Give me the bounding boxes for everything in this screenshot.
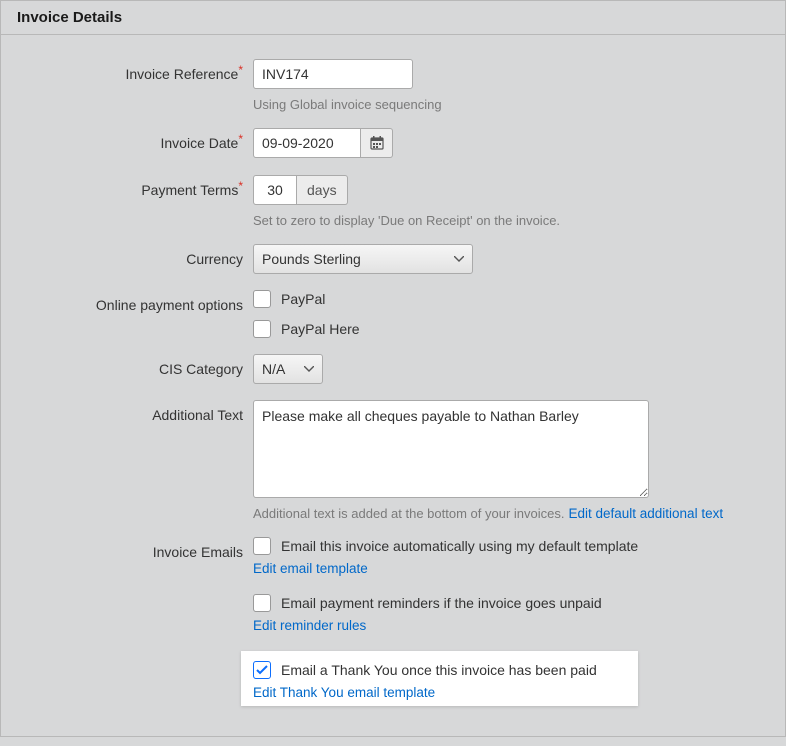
invoice-date-row: Invoice Date* (21, 128, 769, 159)
edit-thankyou-template-link[interactable]: Edit Thank You email template (253, 685, 626, 700)
additional-text-row: Additional Text Additional text is added… (21, 400, 769, 521)
calendar-icon (370, 136, 384, 150)
additional-text-input[interactable] (253, 400, 649, 498)
online-payment-label: Online payment options (21, 290, 253, 338)
email-auto-checkbox[interactable] (253, 537, 271, 555)
currency-select[interactable]: Pounds Sterling (253, 244, 473, 274)
invoice-reference-row: Invoice Reference* Using Global invoice … (21, 59, 769, 112)
paypal-label: PayPal (281, 291, 325, 307)
invoice-emails-label: Invoice Emails (21, 537, 253, 706)
edit-email-template-link[interactable]: Edit email template (253, 561, 638, 576)
invoice-date-label: Invoice Date* (21, 128, 253, 159)
payment-terms-label: Payment Terms* (21, 175, 253, 228)
panel-body: Invoice Reference* Using Global invoice … (1, 35, 785, 736)
calendar-button[interactable] (361, 128, 393, 158)
currency-label: Currency (21, 244, 253, 274)
cis-category-select[interactable]: N/A (253, 354, 323, 384)
cis-category-label: CIS Category (21, 354, 253, 384)
currency-selected: Pounds Sterling (262, 251, 361, 267)
invoice-reference-label: Invoice Reference* (21, 59, 253, 112)
chevron-down-icon (304, 366, 314, 372)
payment-terms-unit: days (297, 175, 348, 205)
email-thankyou-label: Email a Thank You once this invoice has … (281, 662, 597, 678)
email-reminder-label: Email payment reminders if the invoice g… (281, 595, 602, 611)
payment-terms-input[interactable] (253, 175, 297, 205)
panel-header: Invoice Details (1, 1, 785, 35)
payment-terms-row: Payment Terms* days Set to zero to displ… (21, 175, 769, 228)
cis-category-selected: N/A (262, 361, 285, 377)
invoice-reference-help: Using Global invoice sequencing (253, 97, 442, 112)
invoice-reference-input[interactable] (253, 59, 413, 89)
email-thankyou-highlight: Email a Thank You once this invoice has … (241, 651, 638, 706)
invoice-details-panel: Invoice Details Invoice Reference* Using… (0, 0, 786, 737)
email-thankyou-checkbox[interactable] (253, 661, 271, 679)
cis-category-row: CIS Category N/A (21, 354, 769, 384)
additional-text-label: Additional Text (21, 400, 253, 521)
payment-terms-help: Set to zero to display 'Due on Receipt' … (253, 213, 560, 228)
edit-reminder-rules-link[interactable]: Edit reminder rules (253, 618, 638, 633)
invoice-emails-row: Invoice Emails Email this invoice automa… (21, 537, 769, 706)
online-payment-row: Online payment options PayPal PayPal Her… (21, 290, 769, 338)
edit-default-additional-text-link[interactable]: Edit default additional text (568, 506, 723, 521)
invoice-date-input[interactable] (253, 128, 361, 158)
email-reminder-checkbox[interactable] (253, 594, 271, 612)
paypal-checkbox[interactable] (253, 290, 271, 308)
paypal-here-checkbox[interactable] (253, 320, 271, 338)
email-auto-label: Email this invoice automatically using m… (281, 538, 638, 554)
currency-row: Currency Pounds Sterling (21, 244, 769, 274)
additional-text-help: Additional text is added at the bottom o… (253, 506, 564, 521)
check-icon (256, 665, 268, 675)
paypal-here-label: PayPal Here (281, 321, 360, 337)
chevron-down-icon (454, 256, 464, 262)
